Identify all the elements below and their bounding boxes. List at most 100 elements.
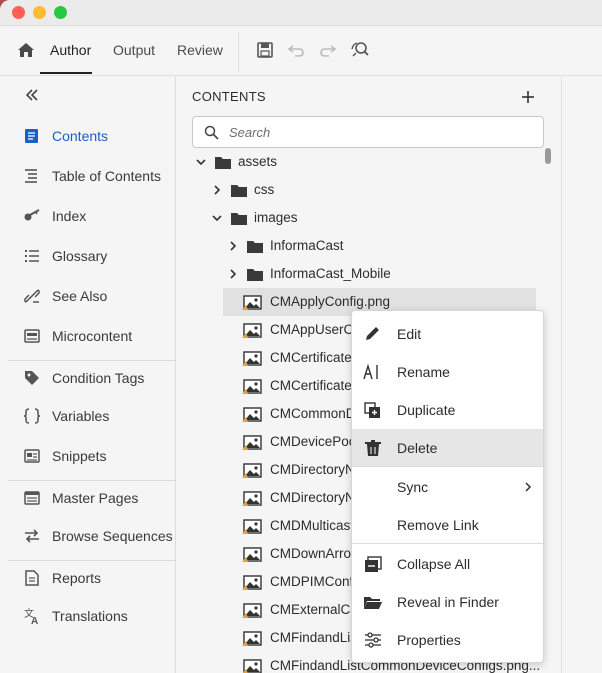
sidebar-item-label: Condition Tags	[52, 370, 145, 386]
toc-icon	[25, 169, 37, 183]
menu-divider	[352, 466, 543, 467]
image-file-icon	[242, 575, 262, 590]
image-file-icon	[242, 491, 262, 506]
sidebar-item-label: Contents	[52, 128, 109, 144]
sidebar-item-condition-tags[interactable]: Condition Tags	[8, 363, 176, 393]
menu-item-collapse-all[interactable]: Collapse All	[352, 545, 543, 583]
contents-icon	[25, 129, 38, 143]
sidebar-divider	[8, 360, 176, 361]
folder-icon	[215, 157, 231, 169]
svg-text:A: A	[31, 616, 38, 625]
tree-item-label: InformaCast	[270, 238, 344, 253]
sidebar-item-index[interactable]: Index	[8, 201, 176, 231]
duplicate-icon	[364, 402, 380, 418]
sidebar-item-label: Master Pages	[52, 490, 139, 506]
menu-item-label: Collapse All	[397, 556, 471, 572]
key-icon	[24, 209, 40, 221]
tree-item-label: CMDirectoryN	[270, 490, 355, 505]
image-file-icon	[242, 295, 262, 310]
sidebar-item-contents[interactable]: Contents	[8, 121, 176, 151]
chevron-right-icon[interactable]	[226, 267, 240, 281]
sidebar-item-browse-sequences[interactable]: Browse Sequences	[8, 521, 176, 551]
link-icon	[24, 289, 40, 303]
tab-review[interactable]: Review	[177, 42, 223, 58]
menu-item-rename[interactable]: Rename	[352, 353, 543, 391]
zoom-window-button[interactable]	[54, 6, 67, 19]
menu-item-delete[interactable]: Delete	[352, 429, 543, 467]
sidebar-item-label: Snippets	[52, 448, 107, 464]
find-replace-icon[interactable]	[350, 40, 370, 60]
sidebar-item-see-also[interactable]: See Also	[8, 281, 176, 311]
menu-item-edit[interactable]: Edit	[352, 315, 543, 353]
double-chevron-left-icon[interactable]	[24, 87, 40, 103]
tree-folder-row[interactable]: css	[177, 176, 537, 204]
chevron-down-icon[interactable]	[194, 155, 208, 169]
sidebar-item-variables[interactable]: Variables	[8, 401, 176, 431]
snippet-icon	[24, 449, 40, 463]
editor-area	[561, 77, 602, 673]
panel-title: CONTENTS	[192, 89, 266, 104]
image-file-icon	[242, 603, 262, 618]
save-icon[interactable]	[255, 40, 275, 60]
sidebar-item-snippets[interactable]: Snippets	[8, 441, 176, 471]
sidebar-item-glossary[interactable]: Glossary	[8, 241, 176, 271]
tree-item-label: images	[254, 210, 298, 225]
tree-item-label: CMDownArrov	[270, 546, 358, 561]
add-icon[interactable]	[520, 89, 536, 105]
sidebar-item-label: Browse Sequences	[52, 528, 173, 544]
top-toolbar: Author Output Review	[0, 26, 602, 76]
undo-icon[interactable]	[286, 40, 306, 60]
image-file-icon	[242, 519, 262, 534]
search-input[interactable]: Search	[192, 116, 544, 148]
sidebar-item-microcontent[interactable]: Microcontent	[8, 321, 176, 351]
tree-folder-row[interactable]: InformaCast	[177, 232, 537, 260]
master-page-icon	[24, 491, 40, 505]
chevron-right-icon	[525, 482, 532, 492]
menu-item-label: Duplicate	[397, 402, 456, 418]
menu-item-label: Properties	[397, 632, 461, 648]
close-window-button[interactable]	[12, 6, 25, 19]
menu-item-reveal-in-finder[interactable]: Reveal in Finder	[352, 583, 543, 621]
tab-output[interactable]: Output	[113, 42, 155, 58]
menu-item-label: Reveal in Finder	[397, 594, 499, 610]
sidebar-item-reports[interactable]: Reports	[8, 563, 176, 593]
image-file-icon	[242, 379, 262, 394]
tree-item-label: assets	[238, 154, 278, 169]
tree-folder-row[interactable]: assets	[177, 148, 537, 176]
sidebar-divider	[8, 480, 176, 481]
home-icon[interactable]	[16, 40, 36, 60]
menu-item-properties[interactable]: Properties	[352, 621, 543, 659]
menu-item-remove-link[interactable]: Remove Link	[352, 506, 543, 544]
image-file-icon	[242, 435, 262, 450]
chevron-right-icon[interactable]	[210, 183, 224, 197]
tree-item-label: CMDPIMConfi	[270, 574, 357, 589]
tab-author[interactable]: Author	[50, 42, 91, 58]
tree-folder-row[interactable]: InformaCast_Mobile	[177, 260, 537, 288]
menu-item-duplicate[interactable]: Duplicate	[352, 391, 543, 429]
minimize-window-button[interactable]	[33, 6, 46, 19]
chevron-right-icon[interactable]	[226, 239, 240, 253]
tree-item-label: CMDirectoryN	[270, 462, 355, 477]
folder-icon	[247, 241, 263, 253]
sidebar-item-label: Table of Contents	[52, 168, 161, 184]
chevron-down-icon[interactable]	[210, 211, 224, 225]
menu-item-sync[interactable]: Sync	[352, 468, 543, 506]
folder-icon	[231, 185, 247, 197]
report-icon	[25, 570, 39, 586]
glossary-icon	[25, 250, 39, 262]
sidebar-item-table-of-contents[interactable]: Table of Contents	[8, 161, 176, 191]
menu-item-label: Delete	[397, 440, 438, 456]
image-file-icon	[242, 659, 262, 673]
sidebar-item-master-pages[interactable]: Master Pages	[8, 483, 176, 513]
image-file-icon	[242, 547, 262, 562]
search-icon	[204, 125, 219, 140]
sidebar-item-translations[interactable]: 文 A Translations	[8, 601, 176, 631]
redo-icon[interactable]	[318, 40, 338, 60]
browse-sequence-icon	[25, 529, 39, 543]
image-file-icon	[242, 631, 262, 646]
sidebar-item-label: Variables	[52, 408, 110, 424]
tree-folder-row[interactable]: images	[177, 204, 537, 232]
image-file-icon	[242, 323, 262, 338]
sidebar-item-label: Glossary	[52, 248, 108, 264]
scrollbar-thumb[interactable]	[545, 148, 551, 164]
